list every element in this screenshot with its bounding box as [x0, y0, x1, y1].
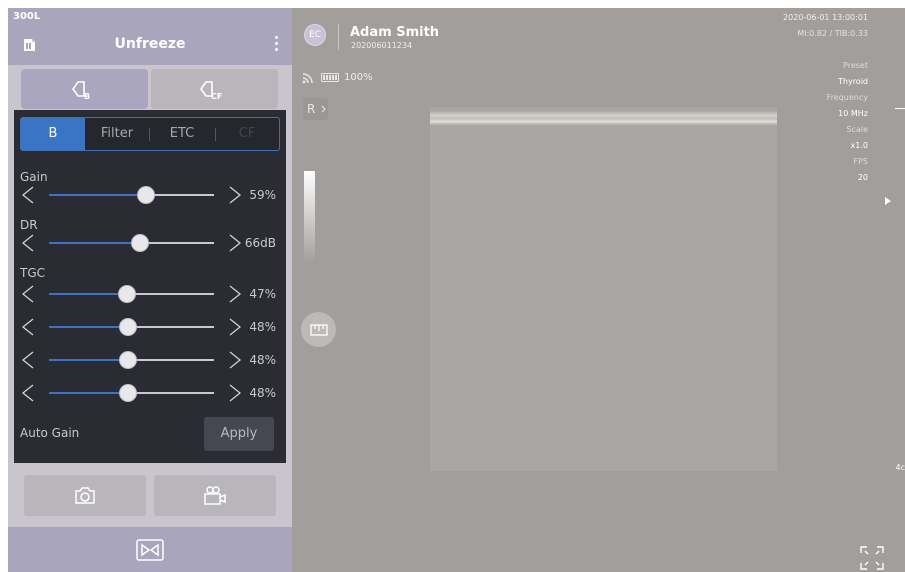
dr-label: DR: [20, 218, 38, 232]
increase-chevron-icon[interactable]: [227, 185, 243, 205]
patient-id: 202006011234: [351, 41, 413, 50]
tab-filter[interactable]: Filter: [85, 118, 149, 150]
control-panel: 300L Unfreeze B CF B Filter ETC CF Gain: [8, 8, 292, 572]
depth-label: 4c: [895, 463, 905, 472]
gain-slider: 59%: [14, 183, 286, 207]
ruler-icon: [309, 323, 328, 336]
depth-tick: [895, 108, 905, 109]
gain-label: Gain: [20, 170, 48, 184]
wifi-icon: [302, 73, 313, 84]
image-area: EC Adam Smith 202006011234 100% R 2020-0…: [292, 8, 905, 572]
scale-label: Scale: [846, 125, 868, 134]
tissue-band: [430, 111, 777, 125]
tgc-slider-1: 47%: [14, 282, 286, 306]
probe-label: 300L: [13, 11, 41, 22]
cf-mode-icon: CF: [199, 81, 222, 101]
bottom-bar: [8, 527, 292, 572]
frequency-value: 10 MHz: [838, 109, 868, 118]
slider-knob[interactable]: [119, 318, 138, 336]
scale-value: x1.0: [850, 141, 868, 150]
camera-icon: [75, 486, 95, 504]
capture-image-button[interactable]: [24, 475, 146, 516]
decrease-chevron-icon[interactable]: [20, 383, 36, 403]
tab-etc[interactable]: ETC: [149, 118, 215, 150]
settings-panel: B Filter ETC CF Gain 59% DR 66dB TGC 47%…: [14, 110, 286, 463]
tab-b[interactable]: B: [21, 118, 85, 150]
increase-chevron-icon[interactable]: [227, 284, 243, 304]
tgc-value: 47%: [249, 287, 276, 301]
tgc-value: 48%: [249, 386, 276, 400]
dr-slider: 66dB: [14, 231, 286, 255]
decrease-chevron-icon[interactable]: [20, 317, 36, 337]
mi-tib-readout: MI:0.82 / TIB:0.33: [797, 29, 868, 38]
unfreeze-button[interactable]: Unfreeze: [78, 36, 222, 52]
preset-value: Thyroid: [838, 77, 868, 86]
slider-knob[interactable]: [119, 384, 138, 402]
battery-level: 100%: [344, 72, 373, 83]
battery-icon: [321, 73, 339, 82]
slider-track[interactable]: [49, 194, 214, 196]
tgc-slider-4: 48%: [14, 381, 286, 405]
b-mode-button[interactable]: B: [21, 69, 148, 109]
ultrasound-image[interactable]: [430, 107, 777, 471]
split-view-icon[interactable]: [135, 538, 165, 562]
svg-text:CF: CF: [211, 92, 222, 101]
orientation-button[interactable]: R: [303, 98, 328, 120]
chevron-right-icon: [321, 105, 326, 113]
grayscale-bar: [304, 171, 315, 263]
freeze-icon[interactable]: [20, 35, 40, 55]
fullscreen-icon[interactable]: [859, 545, 885, 571]
decrease-chevron-icon[interactable]: [20, 185, 36, 205]
slider-knob[interactable]: [130, 234, 149, 252]
fps-label: FPS: [853, 157, 868, 166]
preset-label: Preset: [843, 61, 868, 70]
frequency-label: Frequency: [826, 93, 868, 102]
datetime: 2020-06-01 13:00:01: [783, 13, 868, 22]
tab-bar: B Filter ETC CF: [20, 117, 280, 151]
tab-cf[interactable]: CF: [215, 118, 279, 150]
increase-chevron-icon[interactable]: [227, 233, 243, 253]
decrease-chevron-icon[interactable]: [20, 284, 36, 304]
tgc-value: 48%: [249, 320, 276, 334]
tgc-label: TGC: [20, 266, 46, 280]
more-menu-icon[interactable]: [273, 36, 279, 54]
top-bar: 300L Unfreeze: [8, 8, 292, 65]
tgc-slider-2: 48%: [14, 315, 286, 339]
focus-marker-icon[interactable]: [885, 197, 891, 205]
tgc-value: 48%: [249, 353, 276, 367]
svg-text:B: B: [84, 92, 90, 101]
increase-chevron-icon[interactable]: [227, 350, 243, 370]
slider-knob[interactable]: [117, 285, 136, 303]
record-video-button[interactable]: [154, 475, 276, 516]
dr-value: 66dB: [244, 236, 276, 250]
increase-chevron-icon[interactable]: [227, 317, 243, 337]
video-camera-icon: [204, 485, 226, 505]
auto-gain-label: Auto Gain: [20, 426, 80, 440]
divider: [338, 24, 339, 50]
increase-chevron-icon[interactable]: [227, 383, 243, 403]
patient-name: Adam Smith: [350, 25, 440, 40]
decrease-chevron-icon[interactable]: [20, 233, 36, 253]
slider-knob[interactable]: [119, 351, 138, 369]
cf-mode-button[interactable]: CF: [151, 69, 278, 109]
slider-knob[interactable]: [137, 186, 156, 204]
patient-icon[interactable]: EC: [304, 24, 326, 46]
orientation-label: R: [307, 102, 316, 116]
decrease-chevron-icon[interactable]: [20, 350, 36, 370]
measure-button[interactable]: [301, 312, 336, 347]
gain-value: 59%: [249, 188, 276, 202]
apply-button[interactable]: Apply: [204, 417, 274, 451]
fps-value: 20: [857, 173, 868, 182]
b-mode-icon: B: [71, 81, 90, 101]
tgc-slider-3: 48%: [14, 348, 286, 372]
